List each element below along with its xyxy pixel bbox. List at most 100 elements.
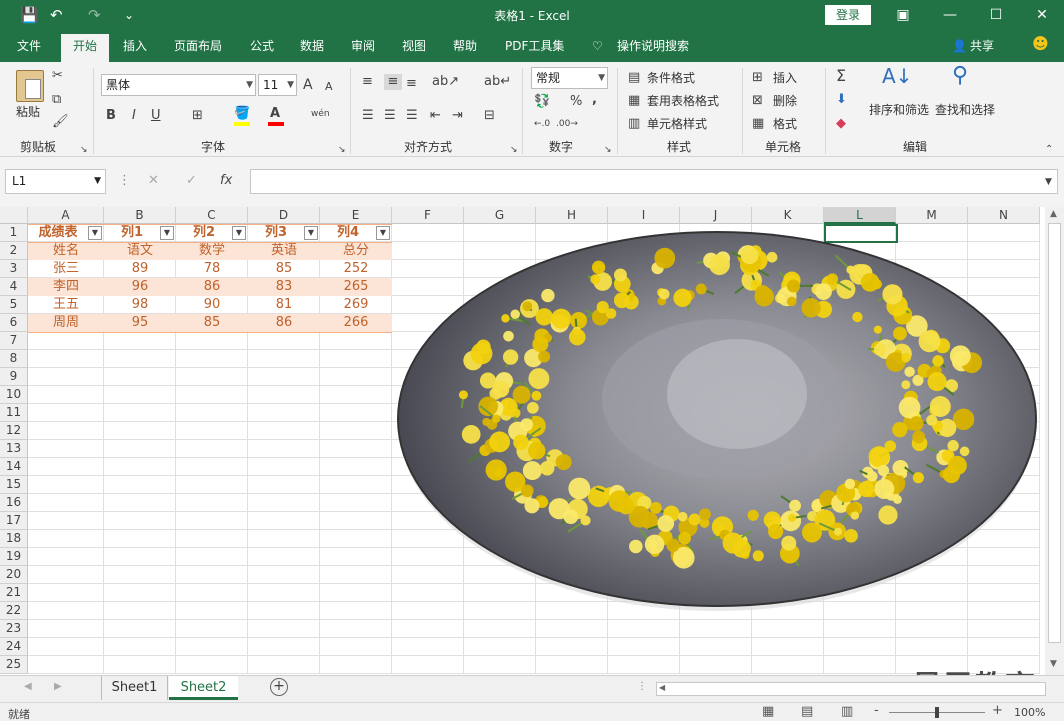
font-size-select[interactable]: 11▼ (258, 74, 297, 96)
top-align-icon[interactable]: ≡ (362, 74, 373, 90)
table-cell[interactable]: 89 (104, 260, 176, 278)
number-format-select[interactable]: 常规▼ (531, 67, 608, 89)
delete-cells-button[interactable]: 删除 (773, 93, 797, 109)
table-cell[interactable]: 90 (176, 296, 248, 314)
column-header-i[interactable]: I (608, 207, 680, 224)
prev-sheet-icon[interactable]: ◀ (24, 681, 32, 692)
bold-button[interactable]: B (106, 108, 116, 124)
font-name-select[interactable]: 黑体▼ (101, 74, 256, 96)
filter-dropdown-button[interactable]: ▼ (376, 226, 390, 240)
paste-icon[interactable] (16, 70, 44, 102)
column-header-a[interactable]: A (28, 207, 104, 224)
clear-icon[interactable]: ◆ (836, 116, 846, 132)
zoom-slider-thumb[interactable] (935, 707, 939, 718)
scroll-left-icon[interactable]: ◀ (659, 683, 665, 692)
increase-indent-icon[interactable]: ⇥ (452, 108, 463, 124)
row-header-16[interactable]: 16 (0, 494, 28, 512)
table-header-cell[interactable]: 成绩表 (28, 224, 88, 242)
autosum-icon[interactable]: Σ (836, 68, 846, 84)
table-header-cell[interactable]: 列2 (176, 224, 232, 242)
name-box[interactable]: L1▼ (5, 169, 106, 194)
table-cell[interactable]: 252 (320, 260, 392, 278)
row-header-11[interactable]: 11 (0, 404, 28, 422)
phonetic-guide-icon[interactable]: wén (311, 106, 330, 122)
italic-button[interactable]: I (132, 108, 136, 124)
row-header-3[interactable]: 3 (0, 260, 28, 278)
scroll-thumb[interactable] (1048, 223, 1061, 643)
table-cell[interactable]: 总分 (320, 242, 392, 260)
underline-button[interactable]: U (151, 108, 161, 124)
table-header-cell[interactable]: 列4 (320, 224, 376, 242)
flower-wreath-picture[interactable] (392, 229, 1042, 639)
table-cell[interactable]: 83 (248, 278, 320, 296)
column-header-m[interactable]: M (896, 207, 968, 224)
format-cells-button[interactable]: 格式 (773, 116, 797, 132)
paste-button[interactable]: 粘贴 (16, 104, 40, 120)
row-header-20[interactable]: 20 (0, 566, 28, 584)
row-header-14[interactable]: 14 (0, 458, 28, 476)
row-header-12[interactable]: 12 (0, 422, 28, 440)
fill-color-icon[interactable]: 🪣 (234, 106, 250, 122)
tell-me-search[interactable]: 操作说明搜索 (617, 38, 689, 54)
sheet-tab-sheet1[interactable]: Sheet1 (101, 676, 168, 700)
tab-pdf-tools[interactable]: PDF工具集 (505, 38, 564, 54)
row-header-23[interactable]: 23 (0, 620, 28, 638)
column-header-h[interactable]: H (536, 207, 608, 224)
expand-formula-bar-icon[interactable]: ▼ (1045, 174, 1052, 190)
worksheet-grid[interactable]: ABCDEFGHIJKLMN 1234567891011121314151617… (0, 207, 1045, 675)
close-icon[interactable]: ✕ (1032, 6, 1052, 24)
filter-dropdown-button[interactable]: ▼ (232, 226, 246, 240)
row-header-15[interactable]: 15 (0, 476, 28, 494)
zoom-level[interactable]: 100% (1014, 706, 1045, 719)
formula-input[interactable] (250, 169, 1058, 194)
decrease-indent-icon[interactable]: ⇤ (430, 108, 441, 124)
table-cell[interactable]: 96 (104, 278, 176, 296)
table-cell[interactable]: 英语 (248, 242, 320, 260)
tab-file[interactable]: 文件 (17, 38, 41, 54)
horizontal-scrollbar[interactable]: ◀ (656, 682, 1046, 696)
tab-help[interactable]: 帮助 (453, 38, 477, 54)
format-as-table-button[interactable]: 套用表格格式 (647, 93, 719, 109)
sheet-tab-sheet2[interactable]: Sheet2 (169, 676, 238, 700)
tab-page-layout[interactable]: 页面布局 (174, 38, 222, 54)
middle-align-icon[interactable]: ≡ (384, 74, 402, 90)
borders-icon[interactable]: ⊞ (192, 108, 203, 124)
row-header-19[interactable]: 19 (0, 548, 28, 566)
table-cell[interactable]: 85 (176, 314, 248, 332)
align-left-icon[interactable]: ☰ (362, 108, 374, 124)
sort-filter-button[interactable]: 排序和筛选 (869, 102, 929, 118)
font-color-icon[interactable]: A (270, 106, 280, 122)
table-cell[interactable]: 266 (320, 314, 392, 332)
scroll-down-icon[interactable]: ▼ (1050, 659, 1057, 669)
table-cell[interactable]: 95 (104, 314, 176, 332)
collapse-ribbon-icon[interactable]: ⌃ (1045, 142, 1053, 158)
table-cell[interactable]: 269 (320, 296, 392, 314)
wrap-text-icon[interactable]: ab↵ (484, 74, 511, 90)
table-cell[interactable]: 86 (248, 314, 320, 332)
page-break-view-icon[interactable]: ▥ (841, 704, 853, 719)
row-header-18[interactable]: 18 (0, 530, 28, 548)
table-cell[interactable]: 周周 (28, 314, 104, 332)
maximize-icon[interactable]: ☐ (986, 6, 1006, 24)
row-header-10[interactable]: 10 (0, 386, 28, 404)
find-select-button[interactable]: 查找和选择 (935, 102, 995, 118)
scroll-up-icon[interactable]: ▲ (1050, 209, 1057, 219)
copy-icon[interactable]: ⧉ (52, 92, 61, 108)
vertical-scrollbar[interactable]: ▲ ▼ (1045, 207, 1064, 675)
insert-cells-button[interactable]: 插入 (773, 70, 797, 86)
row-header-13[interactable]: 13 (0, 440, 28, 458)
select-all-corner[interactable] (0, 207, 28, 224)
currency-icon[interactable]: 💱 (534, 94, 550, 110)
tab-review[interactable]: 审阅 (351, 38, 375, 54)
cut-icon[interactable]: ✂ (52, 68, 63, 84)
page-layout-view-icon[interactable]: ▤ (801, 704, 813, 719)
minimize-icon[interactable]: — (940, 6, 960, 24)
row-header-2[interactable]: 2 (0, 242, 28, 260)
row-header-22[interactable]: 22 (0, 602, 28, 620)
confirm-entry-icon[interactable]: ✓ (186, 173, 197, 189)
format-painter-icon[interactable]: 🖌 (52, 114, 69, 130)
table-cell[interactable]: 数学 (176, 242, 248, 260)
column-header-g[interactable]: G (464, 207, 536, 224)
column-header-k[interactable]: K (752, 207, 824, 224)
table-header-cell[interactable]: 列3 (248, 224, 304, 242)
